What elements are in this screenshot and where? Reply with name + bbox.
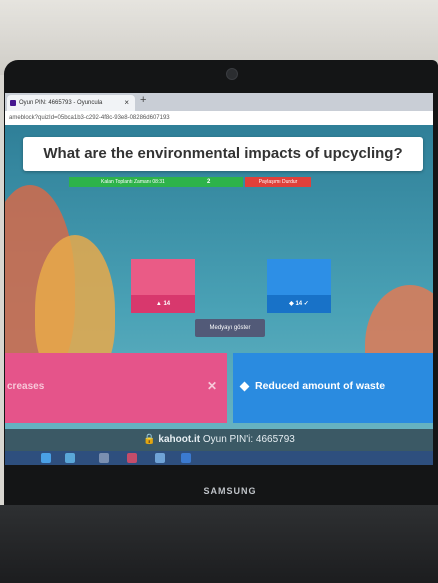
answer-option-text: Reduced amount of waste (255, 380, 386, 392)
laptop-base (0, 505, 438, 583)
site-name: kahoot.it (158, 434, 201, 445)
start-icon[interactable] (41, 453, 51, 463)
webcam-icon (226, 68, 238, 80)
taskbar-app-icon[interactable] (127, 453, 137, 463)
laptop-brand-logo: SAMSUNG (203, 486, 257, 496)
meeting-timer-bar: Kalan Toplantı Zamanı 08:31 2 (69, 177, 243, 187)
result-bar-label: ▲ 14 (131, 295, 195, 313)
laptop-screen: Oyun PIN: 4665793 - Oyuncula × + amebloc… (5, 93, 433, 465)
game-pin-label: Oyun PIN'i: 4665793 (202, 434, 295, 445)
show-media-button[interactable]: Medyayı göster (195, 319, 265, 337)
taskbar-app-icon[interactable] (181, 453, 191, 463)
stop-sharing-button[interactable]: Paylaşımı Durdur (245, 177, 311, 187)
result-bar-label: ◆ 14 ✓ (267, 295, 331, 313)
tab-close-icon[interactable]: × (124, 95, 129, 111)
question-title: What are the environmental impacts of up… (23, 137, 423, 171)
new-tab-button[interactable]: + (140, 94, 146, 106)
checkmark-icon: ✓ (302, 301, 309, 307)
kahoot-favicon-icon (10, 100, 16, 106)
result-count: 14 (163, 301, 171, 307)
result-bar-fill (267, 259, 331, 295)
answer-option-text: creases (7, 381, 45, 392)
tab-title: Oyun PIN: 4665793 - Oyuncula (19, 100, 103, 106)
result-bar-fill (131, 259, 195, 295)
participant-count: 2 (207, 179, 211, 185)
lock-icon: 🔒 (143, 434, 159, 445)
answer-option-correct: Reduced amount of waste (233, 353, 433, 423)
browser-tab-bar: Oyun PIN: 4665793 - Oyuncula × + (5, 93, 433, 111)
taskbar-app-icon[interactable] (99, 453, 109, 463)
taskbar-app-icon[interactable] (155, 453, 165, 463)
result-bar-diamond: ◆ 14 ✓ (267, 259, 331, 313)
address-bar[interactable]: ameblock?quizId=05bca1b3-c292-4f8c-93e8-… (5, 111, 433, 125)
taskbar-app-icon[interactable] (65, 453, 75, 463)
browser-tab[interactable]: Oyun PIN: 4665793 - Oyuncula × (7, 95, 135, 111)
incorrect-x-icon: ✕ (207, 379, 218, 393)
kahoot-game-area: What are the environmental impacts of up… (5, 125, 433, 465)
meeting-timer-text: Kalan Toplantı Zamanı 08:31 (101, 179, 165, 185)
diamond-icon (239, 381, 250, 392)
windows-taskbar (5, 451, 433, 465)
result-bar-triangle: ▲ 14 (131, 259, 195, 313)
game-pin-footer: 🔒 kahoot.it Oyun PIN'i: 4665793 (5, 429, 433, 451)
answer-option-incorrect: creases ✕ (5, 353, 227, 423)
meeting-status-bar: Kalan Toplantı Zamanı 08:31 2 Paylaşımı … (69, 177, 311, 187)
